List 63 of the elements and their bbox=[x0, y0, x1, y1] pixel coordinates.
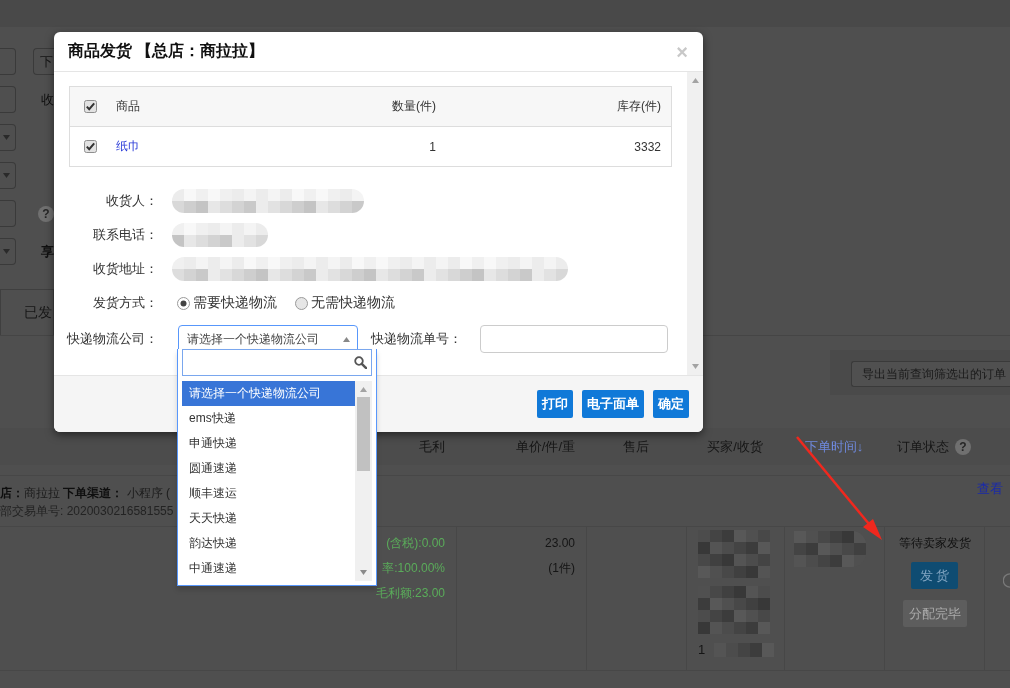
search-field[interactable] bbox=[182, 349, 372, 376]
radio-label[interactable]: 需要快递物流 bbox=[193, 294, 277, 312]
caret-down-icon bbox=[3, 249, 10, 254]
scroll-down-icon bbox=[691, 364, 699, 369]
confirm-button[interactable]: 确定 bbox=[653, 390, 689, 418]
sort-header[interactable]: 下单时间↓ bbox=[804, 437, 864, 456]
ship-button[interactable]: 发 货 bbox=[911, 562, 958, 589]
dropdown-option[interactable]: 圆通速递 bbox=[182, 456, 355, 481]
help-icon[interactable]: ? bbox=[38, 205, 54, 222]
dialog-title: 商品发货 【总店：商拉拉】 bbox=[68, 41, 265, 62]
field-label: 收货地址： bbox=[93, 260, 158, 278]
print-button[interactable]: 打印 bbox=[537, 390, 573, 418]
redaction-block bbox=[794, 531, 866, 567]
dropdown-option[interactable]: 中通速递 bbox=[182, 556, 355, 581]
unit-price: 23.00 bbox=[544, 535, 575, 552]
profit-text: 毛利额:23.00 bbox=[375, 585, 445, 602]
filter-select[interactable] bbox=[0, 162, 16, 189]
scrollbar-thumb[interactable] bbox=[357, 397, 370, 471]
checkbox[interactable] bbox=[83, 100, 97, 113]
filter-select[interactable] bbox=[0, 124, 16, 151]
radio-button[interactable] bbox=[295, 296, 308, 310]
table-cell: 3332 bbox=[634, 139, 661, 154]
field-label: 收货人： bbox=[106, 192, 158, 210]
profit-text: 率:100.00% bbox=[382, 560, 445, 577]
scrollbar[interactable] bbox=[355, 381, 372, 581]
search-icon bbox=[354, 356, 367, 369]
dropdown-option[interactable]: ems快递 bbox=[182, 406, 355, 431]
table-cell: 1 bbox=[429, 139, 436, 154]
radio-button[interactable] bbox=[177, 296, 190, 310]
filter-select[interactable] bbox=[0, 238, 16, 265]
e-waybill-button[interactable]: 电子面单 bbox=[582, 390, 644, 418]
help-icon[interactable]: ? bbox=[955, 438, 971, 455]
field-label: 快递物流单号： bbox=[371, 330, 462, 348]
redaction-block bbox=[714, 642, 775, 657]
radio-label[interactable]: 无需快递物流 bbox=[311, 294, 395, 312]
caret-up-icon bbox=[343, 336, 350, 342]
field-label: 快递物流公司： bbox=[67, 330, 158, 348]
filter-label: 享 bbox=[41, 242, 54, 261]
dropdown-option[interactable]: 韵达快递 bbox=[182, 531, 355, 556]
dropdown-option[interactable]: 天天快递 bbox=[182, 506, 355, 531]
column-header: 库存(件) bbox=[617, 98, 661, 115]
scroll-up-icon bbox=[360, 387, 367, 392]
product-link[interactable]: 纸巾 bbox=[116, 138, 315, 155]
scrollbar[interactable] bbox=[687, 72, 703, 375]
dropdown-option[interactable]: 请选择一个快递物流公司 bbox=[182, 381, 355, 406]
tracking-number-field[interactable] bbox=[480, 325, 668, 353]
redaction-block bbox=[698, 586, 770, 634]
column-header: 商品 bbox=[116, 98, 141, 115]
checkbox[interactable] bbox=[83, 140, 97, 153]
dropdown-option[interactable]: 顺丰速运 bbox=[182, 481, 355, 506]
profit-text: (含税):0.00 bbox=[386, 535, 445, 552]
scroll-up-icon bbox=[691, 78, 699, 83]
caret-down-icon bbox=[3, 173, 10, 178]
phone-fragment: 1 bbox=[698, 642, 706, 657]
redaction-block bbox=[698, 530, 770, 578]
caret-down-icon bbox=[3, 135, 10, 140]
allocate-button[interactable]: 分配完毕 bbox=[902, 600, 967, 627]
field-label: 发货方式： bbox=[93, 294, 158, 312]
scroll-down-icon bbox=[360, 570, 367, 575]
filter-label: 收 bbox=[41, 90, 54, 109]
column-header: 数量(件) bbox=[392, 98, 436, 115]
dropdown-option[interactable]: 申通快递 bbox=[182, 431, 355, 456]
field-label: 联系电话： bbox=[93, 226, 158, 244]
